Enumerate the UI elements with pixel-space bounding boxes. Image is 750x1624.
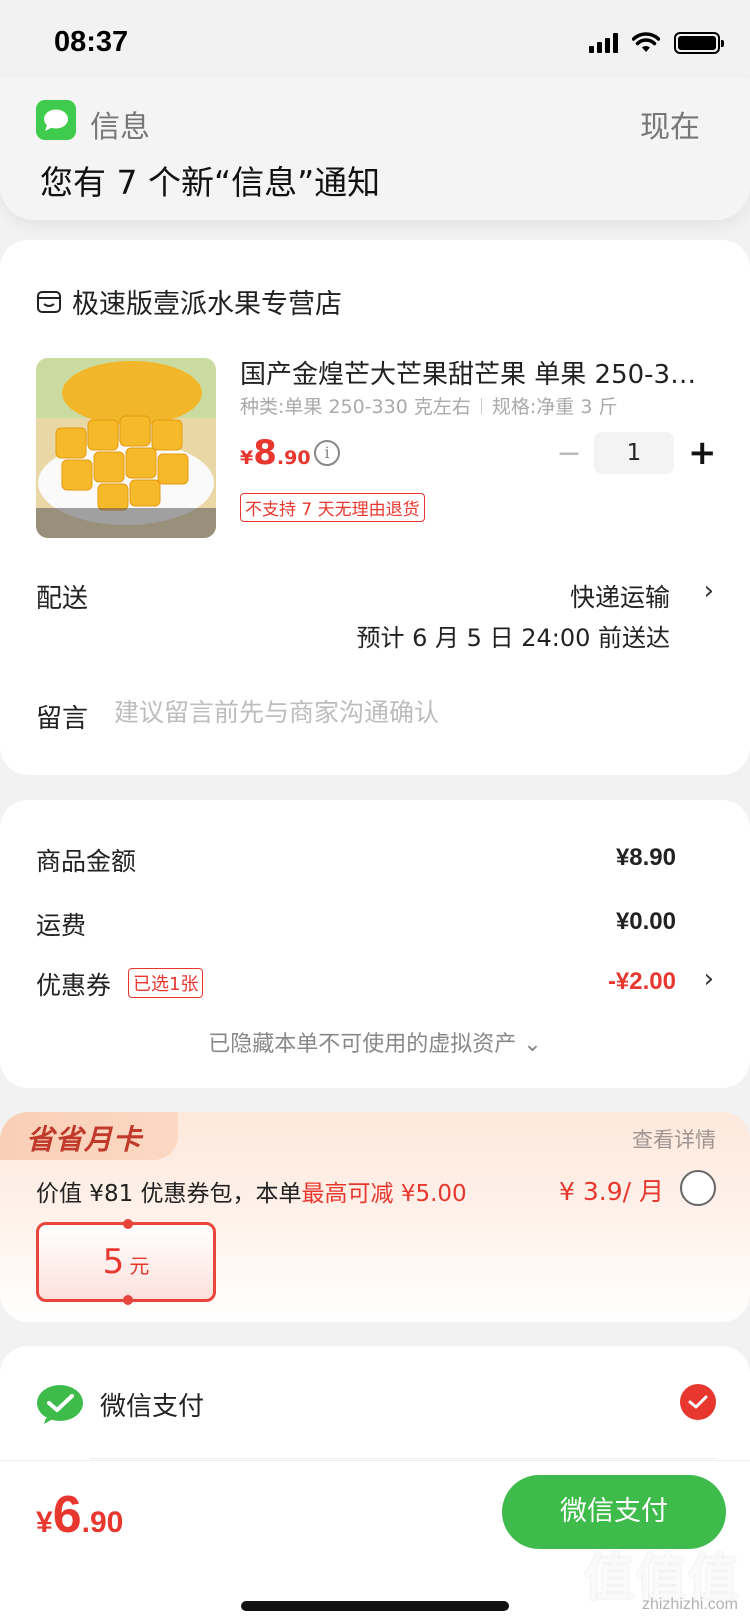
shop-name: 极速版壹派水果专营店 [72, 289, 342, 320]
quantity-decrease-button[interactable]: − [556, 436, 582, 472]
price-integer: 8 [253, 433, 277, 473]
amount-summary-card: 商品金额 ¥8.90 运费 ¥0.00 优惠券 已选1张 -¥2.00 › 已隐… [0, 800, 750, 1088]
message-input[interactable] [114, 692, 704, 732]
price-currency: ¥ [240, 447, 254, 469]
monthly-card-radio[interactable] [680, 1170, 716, 1206]
coupon-discount-value[interactable]: -¥2.00 [608, 968, 676, 996]
wechat-pay-label[interactable]: 微信支付 [100, 1386, 204, 1423]
monthly-card-offer: 省省月卡 查看详情 价值 ¥81 优惠券包，本单最高可减 ¥5.00 ¥ 3.9… [0, 1112, 750, 1322]
order-card: 极速版壹派水果专营店 国产金煌芒大芒果甜芒果 单果 250-330克左右 [0, 240, 750, 775]
total-decimal: .90 [81, 1506, 124, 1539]
wifi-icon [632, 32, 660, 52]
goods-amount-label: 商品金额 [36, 847, 137, 876]
hidden-assets-toggle[interactable]: 已隐藏本单不可使用的虚拟资产 ⌄ [0, 1026, 750, 1058]
coupon-selected-tag[interactable]: 已选1张 [128, 968, 204, 998]
quantity-value[interactable]: 1 [594, 432, 674, 474]
chevron-right-icon[interactable]: › [704, 576, 714, 606]
cellular-signal-icon [589, 33, 618, 53]
goods-amount-value: ¥8.90 [615, 844, 676, 871]
payment-selected-check-icon[interactable] [680, 1384, 716, 1420]
notification-text: 您有 7 个新“信息”通知 [40, 163, 381, 202]
home-indicator[interactable] [241, 1601, 509, 1611]
price-decimal: .90 [276, 447, 311, 469]
monthly-card-desc-prefix: 价值 ¥81 优惠券包，本单 [36, 1181, 302, 1207]
monthly-card-description: 价值 ¥81 优惠券包，本单最高可减 ¥5.00 [36, 1174, 467, 1208]
price-info-icon[interactable]: i [314, 440, 340, 466]
payment-divider [90, 1458, 716, 1459]
monthly-card-desc-highlight: 最高可减 ¥5.00 [301, 1181, 467, 1207]
delivery-eta: 预计 6 月 5 日 24:00 前送达 [356, 624, 670, 652]
delivery-method[interactable]: 快递运输 [570, 578, 670, 614]
product-image[interactable] [36, 358, 216, 538]
shop-header[interactable]: 极速版壹派水果专营店 [36, 282, 342, 321]
voucher-notch-top [123, 1219, 133, 1229]
total-currency: ¥ [36, 1506, 53, 1539]
voucher-amount: 5 [102, 1242, 125, 1282]
total-integer: 6 [52, 1486, 82, 1544]
delivery-label: 配送 [36, 584, 89, 614]
notification-banner[interactable]: 信息 现在 您有 7 个新“信息”通知 [0, 78, 750, 220]
product-spec-type: 种类:单果 250-330 克左右 [240, 396, 471, 418]
monthly-card-price: ¥ 3.9/ 月 [559, 1177, 664, 1206]
status-icons [589, 32, 724, 54]
product-title[interactable]: 国产金煌芒大芒果甜芒果 单果 250-330克左右 [240, 354, 710, 391]
product-spec-weight: 规格:净重 3 斤 [491, 396, 618, 418]
voucher-notch-bottom [123, 1295, 133, 1305]
monthly-card-badge: 省省月卡 [0, 1112, 178, 1160]
return-policy-tag: 不支持 7 天无理由退货 [240, 493, 425, 522]
notification-app-name: 信息 [90, 110, 150, 145]
spec-divider [480, 397, 482, 414]
shipping-fee-label: 运费 [36, 911, 87, 940]
battery-icon [674, 32, 724, 54]
coupon-label[interactable]: 优惠券 [36, 966, 111, 1002]
watermark-url: zhizhizhi.com [641, 1596, 738, 1613]
notification-time: 现在 [640, 110, 700, 145]
status-time: 08:37 [54, 26, 129, 58]
voucher-5-yuan: 5 元 [36, 1219, 216, 1305]
view-details-link[interactable]: 查看详情 [632, 1124, 716, 1154]
messages-app-icon [36, 100, 76, 140]
shipping-fee-value: ¥0.00 [615, 908, 676, 935]
product-price: ¥ 8 .90 [240, 433, 311, 473]
wechat-pay-icon [37, 1385, 83, 1424]
voucher-unit: 元 [129, 1254, 150, 1278]
coupon-chevron-icon[interactable]: › [704, 964, 714, 994]
message-label: 留言 [36, 704, 89, 734]
quantity-increase-button[interactable]: + [688, 432, 717, 474]
total-price: ¥ 6 .90 [36, 1485, 123, 1545]
status-bar: 08:37 [0, 0, 750, 80]
shop-icon [37, 290, 61, 313]
product-spec[interactable]: 种类:单果 250-330 克左右 规格:净重 3 斤 [240, 392, 617, 419]
monthly-card-badge-text: 省省月卡 [26, 1123, 143, 1156]
